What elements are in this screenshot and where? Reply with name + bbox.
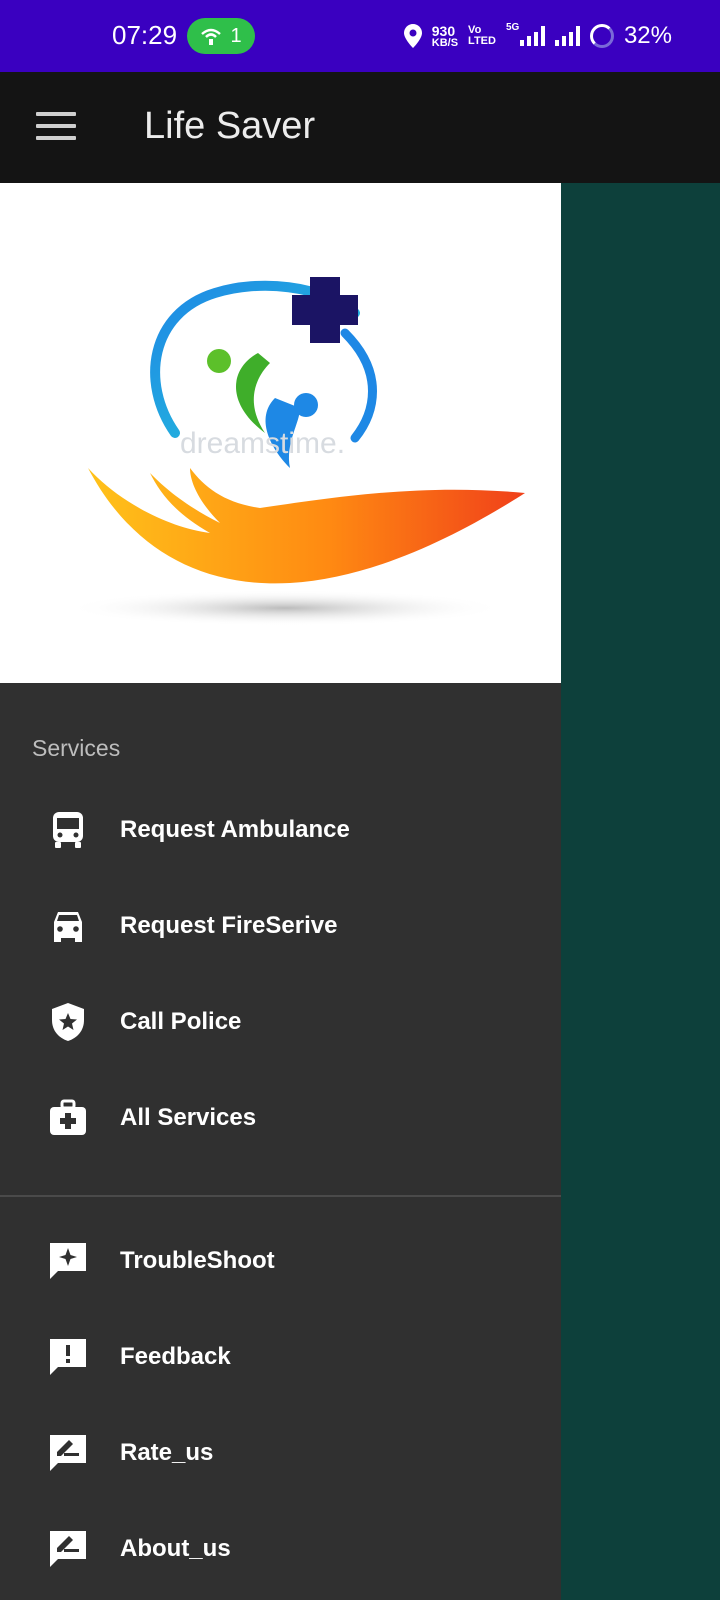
menu-item-label: Request FireSerive <box>120 912 338 939</box>
about-edit-icon <box>50 1531 86 1567</box>
hotspot-icon <box>201 28 222 45</box>
menu-item-label: TroubleShoot <box>120 1247 275 1274</box>
volte-indicator: Vo LTED <box>468 25 496 47</box>
navigation-drawer: dreamstime. Services Request Ambulance R… <box>0 183 561 1600</box>
status-icons: 930 KB/S Vo LTED 5G 32% <box>403 18 672 54</box>
menu-item-label: Rate_us <box>120 1439 214 1466</box>
car-icon <box>54 912 82 942</box>
menu-item-label: All Services <box>120 1104 257 1131</box>
speed-value: 930 <box>431 22 456 39</box>
life-saver-logo: dreamstime. <box>65 277 525 626</box>
hotspot-count: 1 <box>230 24 242 47</box>
speed-unit: KB/S <box>431 36 459 49</box>
signal-bars-2-icon <box>554 26 580 46</box>
drawer-header: dreamstime. <box>0 183 561 683</box>
app-bar: Life Saver <box>0 72 720 183</box>
menu-item-label: Request Ambulance <box>120 816 350 843</box>
hotspot-indicator: 1 <box>187 18 255 54</box>
battery-level: 32% <box>623 22 672 49</box>
menu-item-troubleshoot[interactable]: TroubleShoot <box>0 1213 561 1309</box>
feedback-icon <box>50 1339 86 1375</box>
drawer-divider <box>0 1195 561 1197</box>
menu-item-label: Call Police <box>120 1008 242 1035</box>
status-bar: 07:29 1 930 KB/S Vo LTED 5G 32% <box>0 0 720 72</box>
menu-item-request-fireservice[interactable]: Request FireSerive <box>0 878 561 974</box>
drawer-scrim[interactable] <box>561 183 720 1600</box>
status-time: 07:29 <box>112 20 178 50</box>
medical-kit-icon <box>50 1099 86 1135</box>
menu-item-about-us[interactable]: About_us <box>0 1501 561 1597</box>
menu-item-all-services[interactable]: All Services <box>0 1070 561 1166</box>
menu-item-label: About_us <box>120 1535 231 1562</box>
network-type: 5G <box>505 22 520 33</box>
sparkle-chat-icon <box>50 1243 86 1279</box>
logo-watermark: dreamstime. <box>180 427 345 460</box>
bus-icon <box>53 812 83 848</box>
menu-item-request-ambulance[interactable]: Request Ambulance <box>0 782 561 878</box>
volte-bottom: LTED <box>468 35 496 47</box>
menu-item-label: Feedback <box>120 1343 231 1370</box>
battery-icon <box>589 24 614 48</box>
hamburger-icon[interactable] <box>36 112 76 140</box>
menu-item-feedback[interactable]: Feedback <box>0 1309 561 1405</box>
menu-item-rate-us[interactable]: Rate_us <box>0 1405 561 1501</box>
app-title: Life Saver <box>144 105 316 147</box>
location-icon <box>403 24 422 48</box>
signal-bars-icon <box>519 26 545 46</box>
menu-item-call-police[interactable]: Call Police <box>0 974 561 1070</box>
signal-5g: 5G <box>506 22 545 46</box>
rate-edit-icon <box>50 1435 86 1471</box>
police-shield-icon <box>52 1003 84 1041</box>
services-section-title: Services <box>32 735 121 761</box>
network-speed: 930 KB/S <box>432 24 458 49</box>
